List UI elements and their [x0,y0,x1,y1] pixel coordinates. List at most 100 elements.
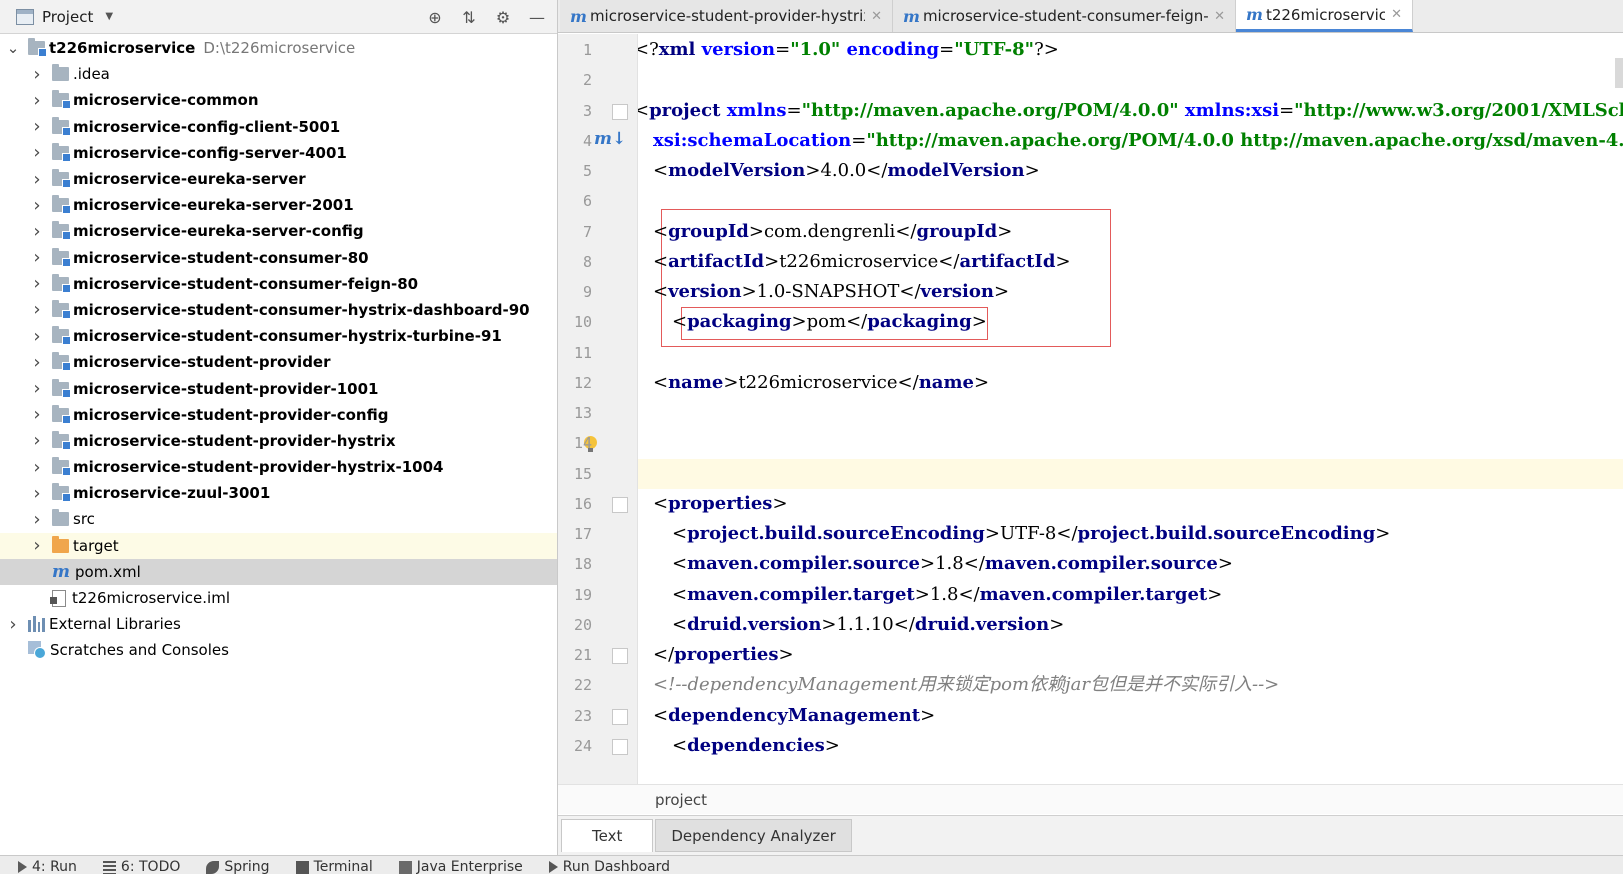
fold-marker-icon[interactable] [612,738,628,755]
scroll-from-source-icon[interactable]: ⊕ [425,7,445,27]
chevron-right-icon[interactable]: › [30,457,44,478]
tree-item[interactable]: ⌄ t226microservice D:\t226microservice [0,35,557,61]
tree-item[interactable]: › microservice-student-consumer-feign-80 [0,271,557,297]
chevron-right-icon[interactable]: › [30,299,44,320]
tree-item[interactable]: ›mpom.xml [0,558,557,585]
close-icon[interactable]: ✕ [1391,7,1402,22]
editor-tab[interactable]: m microservice-student-consumer-feign-80 ✕ [893,0,1236,32]
code-token: UTF-8 [999,523,1057,544]
code-line[interactable]: <version>1.0-SNAPSHOT</version> [638,277,1009,307]
code-token: > [772,492,788,514]
tree-item[interactable]: › microservice-common [0,87,557,113]
code-line[interactable]: <maven.compiler.target>1.8</maven.compil… [638,580,1222,610]
code-line[interactable]: <packaging>pom</packaging> [638,307,987,337]
tree-item[interactable]: › microservice-student-provider-1001 [0,375,557,401]
chevron-right-icon[interactable]: › [30,430,44,451]
code-line[interactable]: <dependencyManagement> [638,701,935,731]
gear-icon[interactable]: ⚙ [493,7,513,27]
tree-item-label: .idea [73,65,110,84]
close-icon[interactable]: ✕ [871,9,882,24]
code-token: > [741,281,757,302]
code-area[interactable]: <?xml version="1.0" encoding="UTF-8"?> <p… [638,34,1623,784]
chevron-right-icon[interactable]: › [30,273,44,294]
chevron-right-icon[interactable]: › [30,221,44,242]
editor-tab[interactable]: m microservice-student-provider-hystrix ✕ [560,0,893,32]
code-line[interactable]: <artifactId>t226microservice</artifactId… [638,247,1071,277]
fold-marker-icon[interactable] [612,708,628,725]
chevron-right-icon[interactable]: › [30,483,44,504]
editor-tab[interactable]: m t226microservice ✕ [1236,0,1413,32]
tab-dependency-analyzer[interactable]: Dependency Analyzer [655,819,852,852]
code-line[interactable]: <modelVersion>4.0.0</modelVersion> [638,156,1040,186]
tree-item[interactable]: › microservice-config-client-5001 [0,114,557,140]
tree-item[interactable]: › microservice-config-server-4001 [0,140,557,166]
code-line[interactable]: <?xml version="1.0" encoding="UTF-8"?> [638,35,1063,65]
code-token: > [791,311,807,333]
tab-text[interactable]: Text [561,819,654,852]
code-line[interactable]: <properties> [638,489,788,519]
tree-item[interactable]: › microservice-student-provider-hystrix-1… [0,454,557,480]
chevron-down-icon[interactable]: ▼ [105,11,113,22]
tree-item[interactable]: › External Libraries [0,611,557,637]
fold-marker-icon[interactable] [612,496,628,513]
code-line[interactable] [638,458,1623,489]
tool-window-button[interactable]: 4: Run [18,856,77,874]
chevron-right-icon[interactable]: › [30,535,44,556]
code-line[interactable]: xsi:schemaLocation="http://maven.apache.… [638,126,1623,156]
tree-item[interactable]: › .idea [0,61,557,87]
tree-item[interactable]: › microservice-student-consumer-hystrix-t… [0,323,557,349]
chevron-down-icon[interactable]: ⌄ [6,39,20,57]
fold-marker-icon[interactable] [612,103,628,120]
chevron-right-icon[interactable]: › [30,404,44,425]
chevron-right-icon[interactable]: › [6,614,20,635]
chevron-right-icon[interactable]: › [30,90,44,111]
tool-window-button[interactable]: Terminal [295,856,373,874]
chevron-right-icon[interactable]: › [30,142,44,163]
tree-item[interactable]: › microservice-student-consumer-hystrix-d… [0,297,557,323]
tree-item[interactable]: › target [0,532,557,559]
tree-item[interactable]: › microservice-student-provider [0,349,557,375]
chevron-right-icon[interactable]: › [30,64,44,85]
chevron-right-icon[interactable]: › [30,195,44,216]
tree-item[interactable]: › microservice-student-provider-config [0,402,557,428]
tool-window-button[interactable]: Java Enterprise [398,856,523,874]
tree-item[interactable]: ›t226microservice.iml [0,585,557,611]
project-panel-title[interactable]: Project [42,8,93,26]
scrollbar[interactable] [1615,58,1623,88]
chevron-right-icon[interactable]: › [30,378,44,399]
tree-item[interactable]: › microservice-student-provider-hystrix [0,428,557,454]
code-token: </ [899,281,921,302]
chevron-right-icon[interactable]: › [30,247,44,268]
code-token: ?> [1034,39,1059,60]
chevron-right-icon[interactable]: › [30,169,44,190]
chevron-right-icon[interactable]: › [30,326,44,347]
tree-item[interactable]: › microservice-eureka-server [0,166,557,192]
tree-item[interactable]: ›Scratches and Consoles [0,637,557,663]
chevron-right-icon[interactable]: › [30,509,44,530]
tree-item[interactable]: › microservice-eureka-server-2001 [0,192,557,218]
maven-icon[interactable]: m↓ [594,129,626,149]
code-line[interactable]: <druid.version>1.1.10</druid.version> [638,610,1064,640]
code-line[interactable]: <groupId>com.dengrenli</groupId> [638,217,1012,247]
breadcrumb-item[interactable]: project [655,791,707,809]
tool-window-button[interactable]: 6: TODO [102,856,180,874]
close-icon[interactable]: ✕ [1214,9,1225,24]
fold-marker-icon[interactable] [612,648,628,664]
chevron-right-icon[interactable]: › [30,352,44,373]
tool-window-button[interactable]: Run Dashboard [548,856,670,874]
code-line[interactable]: <project xmlns="http://maven.apache.org/… [638,96,1623,126]
tree-item[interactable]: › microservice-zuul-3001 [0,480,557,506]
code-line[interactable]: <maven.compiler.source>1.8</maven.compil… [638,549,1233,579]
tool-window-button[interactable]: Spring [206,856,270,874]
code-line[interactable]: <name>t226microservice</name> [638,368,989,398]
hide-panel-icon[interactable]: — [527,7,547,27]
tree-item[interactable]: › microservice-eureka-server-config [0,218,557,244]
tree-item[interactable]: › src [0,506,557,532]
code-line[interactable]: </properties> [638,640,794,670]
chevron-right-icon[interactable]: › [30,116,44,137]
collapse-all-icon[interactable]: ⇅ [459,7,479,27]
code-line[interactable]: <dependencies> [638,731,840,761]
code-line[interactable]: <project.build.sourceEncoding>UTF-8</pro… [638,519,1390,549]
code-line[interactable]: <!--dependencyManagement用来锁定pom依赖jar包但是并… [638,670,1279,700]
tree-item[interactable]: › microservice-student-consumer-80 [0,245,557,271]
